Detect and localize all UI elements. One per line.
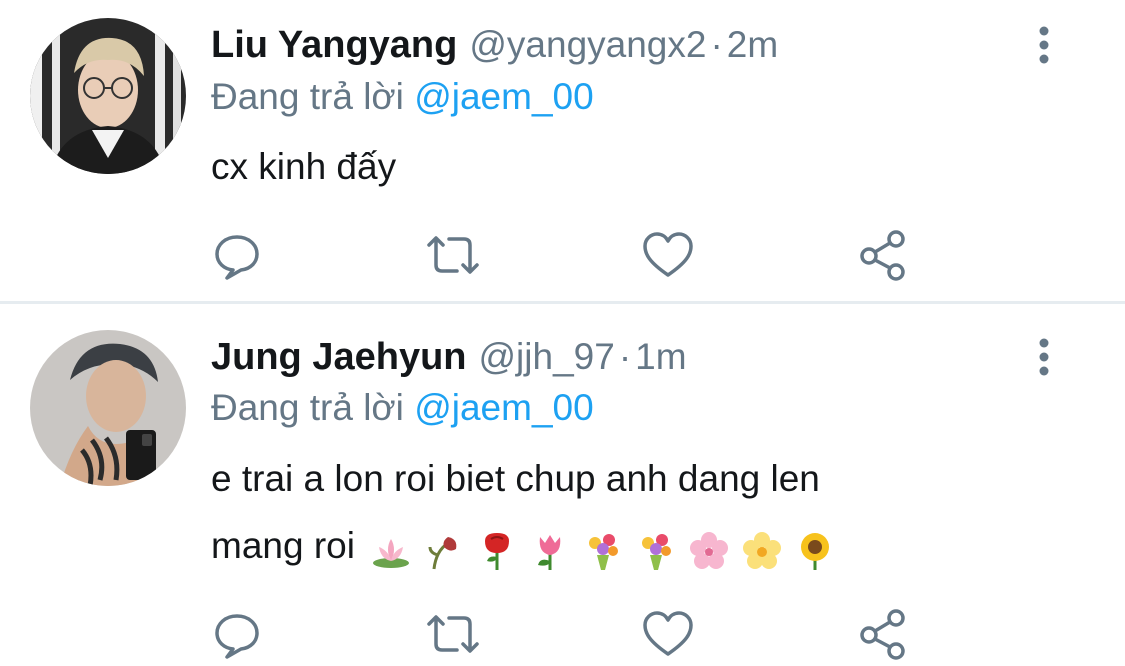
tweet-actions (0, 225, 1125, 285)
retweet-icon[interactable] (423, 225, 483, 285)
reply-icon[interactable] (207, 225, 267, 285)
reply-prefix: Đang trả lời (211, 387, 404, 428)
more-vertical-icon[interactable] (1029, 332, 1059, 382)
tweet-actions (0, 604, 1125, 664)
reply-mention-link[interactable]: @jaem_00 (414, 76, 594, 117)
tweet-text-line: e trai a lon roi biet chup anh dang len (211, 458, 820, 499)
display-name[interactable]: Jung Jaehyun (211, 336, 467, 378)
sunflower-emoji-icon (801, 532, 830, 570)
heart-icon[interactable] (638, 604, 698, 664)
wilted-flower-emoji-icon (428, 536, 457, 570)
emoji-row (371, 515, 848, 582)
user-handle[interactable]: @yangyangx2 (469, 24, 706, 65)
tweet-text: e trai a lon roi biet chup anh dang len … (211, 445, 1091, 582)
tweet-text-line2: mang roi (211, 525, 355, 566)
more-vertical-icon[interactable] (1029, 20, 1059, 70)
timestamp[interactable]: 1m (635, 336, 686, 377)
user-handle[interactable]: @jjh_97 (479, 336, 615, 377)
cherry-blossom-emoji-icon (690, 531, 729, 569)
timestamp[interactable]: 2m (727, 24, 778, 65)
tweet-text: cx kinh đấy (211, 133, 1091, 200)
replying-to: Đang trả lời @jaem_00 (211, 73, 594, 121)
reply-icon[interactable] (207, 604, 267, 664)
blossom-emoji-icon (743, 531, 782, 569)
share-icon[interactable] (853, 604, 913, 664)
bouquet-emoji-icon (642, 533, 672, 570)
reply-prefix: Đang trả lời (211, 76, 404, 117)
display-name[interactable]: Liu Yangyang (211, 24, 457, 66)
retweet-icon[interactable] (423, 604, 483, 664)
share-icon[interactable] (853, 225, 913, 285)
tweet[interactable]: Liu Yangyang @yangyangx2 · 2m Đang trả lời … (0, 0, 1125, 302)
reply-mention-link[interactable]: @jaem_00 (414, 387, 594, 428)
tulip-emoji-icon (538, 534, 561, 570)
heart-icon[interactable] (638, 225, 698, 285)
tweet-text-line: mang roi (211, 512, 1091, 582)
tweet-header: Jung Jaehyun @jjh_97 · 1m (211, 332, 687, 382)
bouquet-emoji-icon (589, 533, 619, 570)
tweet-feed: Liu Yangyang @yangyangx2 · 2m Đang trả lời … (0, 0, 1125, 666)
tweet-text-line: cx kinh đấy (211, 146, 397, 187)
tweet[interactable]: Jung Jaehyun @jjh_97 · 1m Đang trả lời @jae… (0, 304, 1125, 666)
tweet-header: Liu Yangyang @yangyangx2 · 2m (211, 20, 778, 70)
separator-dot: · (710, 24, 723, 65)
separator-dot: · (618, 336, 632, 377)
avatar[interactable] (30, 18, 186, 174)
avatar[interactable] (30, 330, 186, 486)
replying-to: Đang trả lời @jaem_00 (211, 384, 594, 432)
rose-emoji-icon (485, 532, 510, 570)
lotus-emoji-icon (373, 538, 410, 568)
